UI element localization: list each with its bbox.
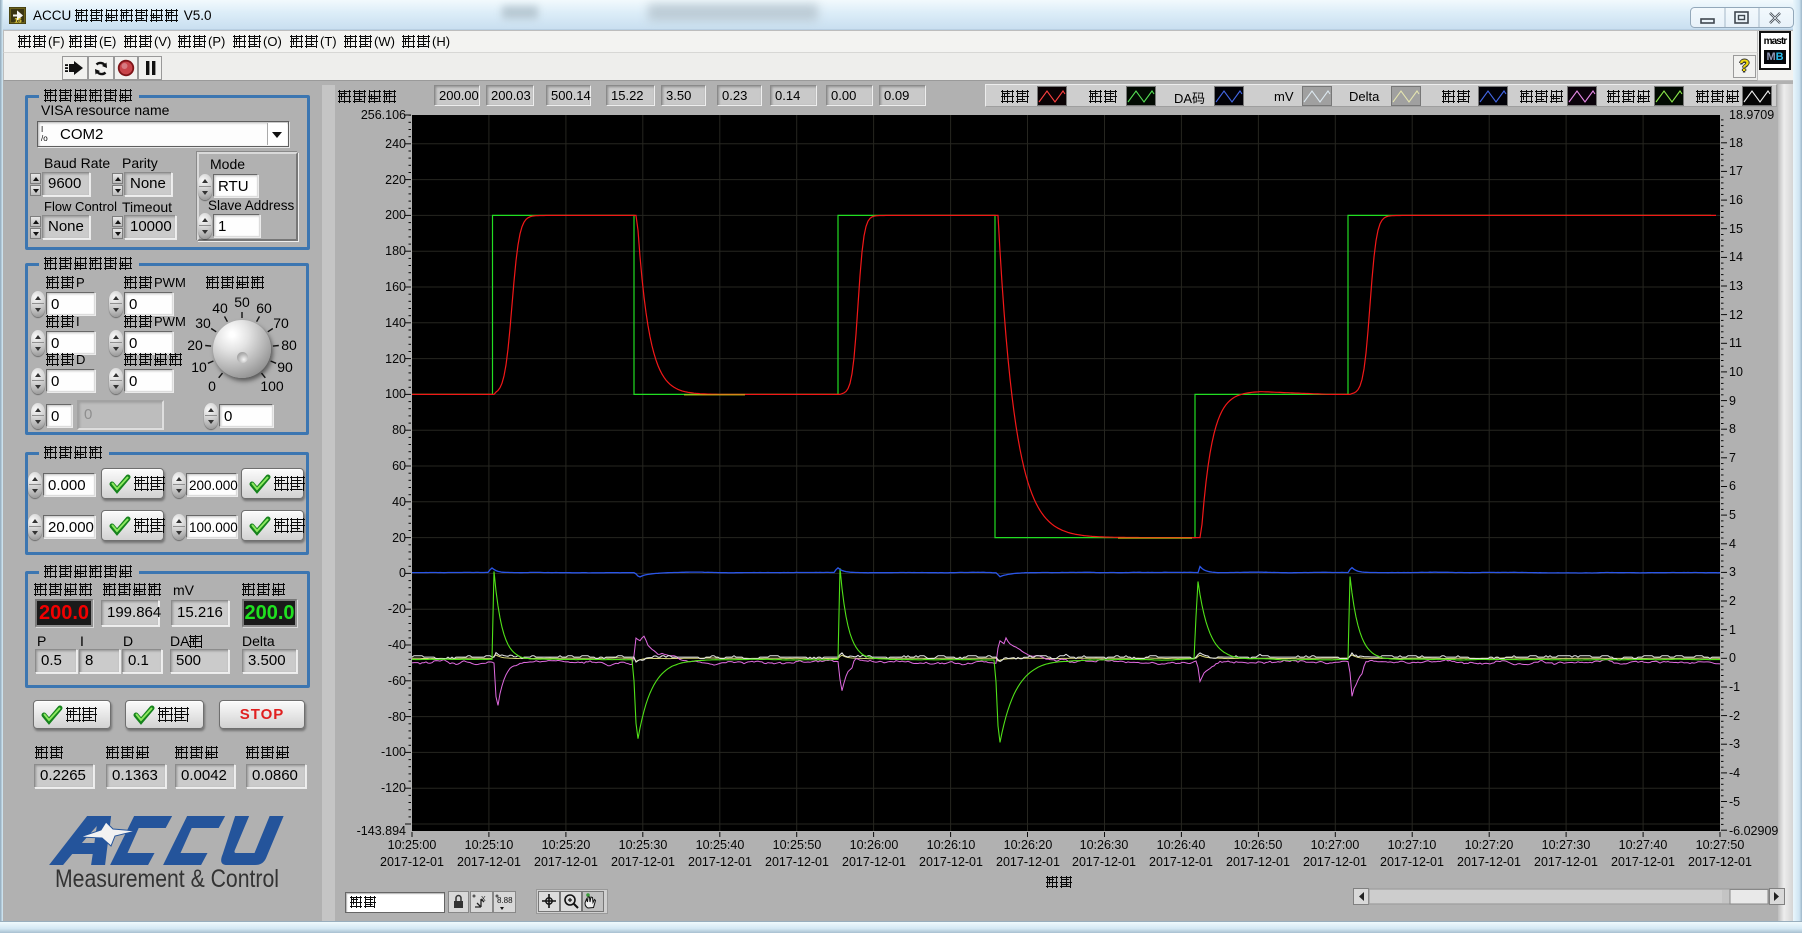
svg-text:8.88: 8.88 [497, 896, 513, 905]
svg-text:X: X [481, 896, 486, 903]
